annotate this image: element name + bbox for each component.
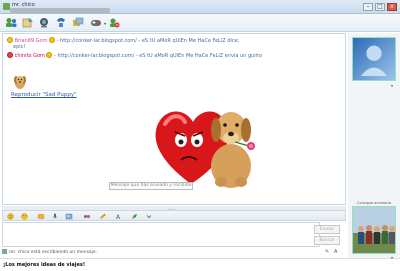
backgrounds-button[interactable] [65,213,73,220]
webcam-button[interactable] [38,17,50,28]
share-folders-icon [73,17,84,26]
contact-display-picture[interactable] [352,37,396,81]
smiley-icon [7,52,13,58]
smiley-icon [7,37,13,43]
more-button[interactable] [145,213,153,220]
chevron-down-icon[interactable]: ▾ [391,83,393,88]
chat-message: chinito Gom - http://conker-lar.blogspot… [7,52,262,59]
play-wink-link[interactable]: Reproducir "Sad Puppy" [11,92,77,98]
window-titlebar: mr. chico – □ x [0,0,400,14]
contact-status-icon [3,3,10,10]
games-icon [84,215,90,218]
games-button[interactable]: ▾ [90,17,106,28]
font-icon: A [116,214,121,220]
chevron-down-icon[interactable]: ▾ [391,255,393,260]
winks-button[interactable] [21,213,29,220]
block-icon [110,18,120,28]
close-button[interactable]: x [387,3,397,11]
handwriting-mode-icon[interactable]: ✎ [325,249,331,255]
window-controls: – □ x [363,3,397,11]
games-bar-button[interactable] [83,213,91,220]
text-mode-icon[interactable]: A [334,249,340,255]
contact-personal-message-bar [10,8,110,13]
minimize-button[interactable]: – [363,3,373,11]
maximize-button[interactable]: □ [375,3,385,11]
conversation-toolbar: ▾ [0,14,400,32]
pencil-icon [100,213,106,219]
my-display-picture[interactable] [352,206,396,254]
handwriting-button[interactable] [99,213,107,220]
nudge-icon [37,214,45,219]
wink-thumbnail-icon[interactable] [11,72,29,90]
share-folders-button[interactable] [72,17,84,28]
search-button[interactable]: Buscar [314,236,340,245]
typing-status: mr. chico está escribiendo un mensaje. ✎… [2,248,346,257]
chevron-down-icon: ▾ [103,21,106,26]
send-file-button[interactable] [22,17,34,28]
svg-text:A: A [116,214,121,220]
emoticons-button[interactable] [7,213,15,220]
conversation-history[interactable]: Brian89 Gom - http://conker-lar.blogspot… [2,33,346,205]
message-text: - http://conker-lar.blogspot.com/ - eS t… [54,53,262,59]
typing-pen-icon [2,249,7,254]
call-icon [57,18,65,27]
smiley-icon [49,37,56,43]
voice-clip-button[interactable] [51,213,59,220]
my-picture-label[interactable]: Consigue accesorio [352,201,396,205]
input-mode-icons: ✎ A [325,249,340,255]
wink-icon [21,213,28,220]
wink-caption: Mensaje que has enviado y recibido [109,182,193,190]
display-pictures-panel: ▾ Consigue accesorio ▾ [348,33,400,260]
call-button[interactable] [55,17,67,28]
send-file-icon [22,18,33,28]
ad-text[interactable]: ¡Los mejores ideas de viajes! [3,262,85,268]
block-button[interactable] [108,17,120,28]
paint-icon [132,214,137,219]
background-icon [65,213,73,220]
chevron-down-icon [146,215,152,219]
chat-message-continuation: epic! [13,44,26,50]
formatting-toolbar: A [2,210,346,221]
invite-contact-icon [6,18,17,27]
message-input[interactable] [2,222,320,247]
color-button[interactable] [131,213,139,220]
send-button[interactable]: Enviar [314,225,340,234]
message-text: - http://conker-lar.blogspot.com/ - eS t… [56,38,240,44]
microphone-icon [52,213,58,219]
invite-contact-button[interactable] [5,17,17,28]
nudge-button[interactable] [37,213,45,220]
ad-banner[interactable]: ¡Los mejores ideas de viajes! [0,258,400,271]
msn-user-icon [360,45,388,77]
games-icon [91,20,101,26]
chat-message: Brian89 Gom - http://conker-lar.blogspot… [7,37,239,44]
font-button[interactable]: A [115,213,123,220]
group-photo-image [353,207,395,253]
sad-puppy-wink-image [155,111,255,188]
smiley-icon [7,213,14,220]
sender-name: chinito Gom [14,53,45,59]
webcam-icon [40,18,48,28]
smiley-icon [46,52,53,58]
